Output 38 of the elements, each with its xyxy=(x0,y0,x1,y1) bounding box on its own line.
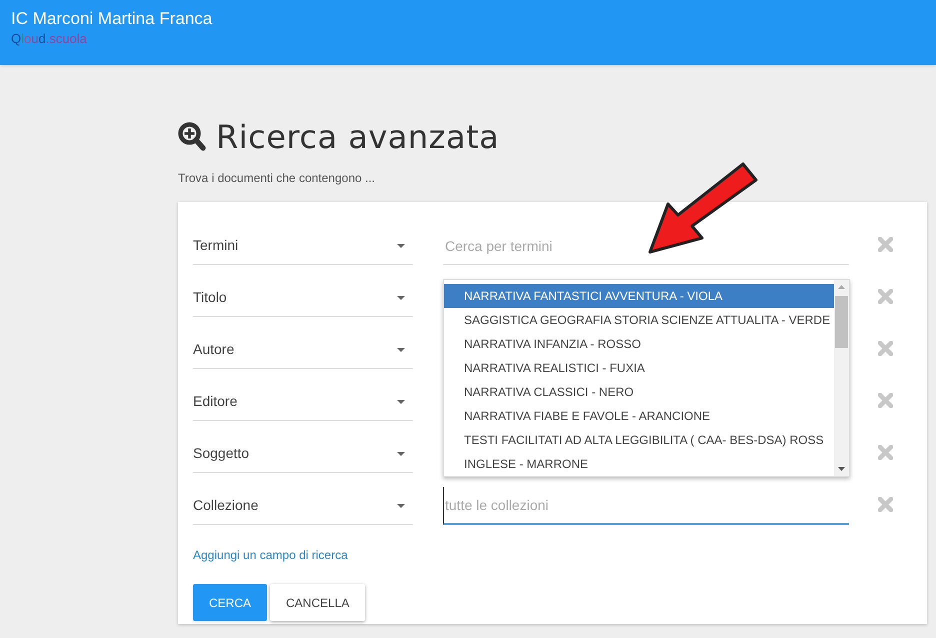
scroll-thumb[interactable] xyxy=(835,296,848,348)
dropdown-option[interactable]: TESTI FACILITATI AD ALTA LEGGIBILITA ( CAA- BES-DSA) ROSS xyxy=(444,428,834,452)
scroll-down-icon[interactable] xyxy=(838,467,845,471)
caret-icon xyxy=(397,296,405,300)
remove-icon[interactable] xyxy=(878,341,893,356)
dropdown-option[interactable]: INGLESE - MARRONE xyxy=(444,452,834,476)
dropdown-option[interactable]: NARRATIVA CLASSICI - NERO xyxy=(444,380,834,404)
dropdown-option[interactable]: SAGGISTICA GEOGRAFIA STORIA SCIENZE ATTUALITA - VERDE xyxy=(444,308,834,332)
caret-icon xyxy=(397,244,405,248)
brand-logo: Qloud.scuola xyxy=(11,30,87,48)
field-select[interactable]: Titolo xyxy=(193,279,413,317)
page-title: Ricerca avanzata xyxy=(216,117,500,157)
school-name: IC Marconi Martina Franca xyxy=(11,8,212,30)
remove-icon[interactable] xyxy=(878,289,893,304)
remove-icon[interactable] xyxy=(878,237,893,252)
dropdown-option[interactable]: NARRATIVA FIABE E FAVOLE - ARANCIONE xyxy=(444,404,834,428)
caret-icon xyxy=(397,348,405,352)
zoom-in-icon xyxy=(178,122,206,152)
caret-icon xyxy=(397,504,405,508)
scroll-up-icon[interactable] xyxy=(838,285,845,289)
dropdown-option[interactable]: NARRATIVA FANTASTICI AVVENTURA - VIOLA xyxy=(444,284,834,308)
remove-icon[interactable] xyxy=(878,393,893,408)
remove-icon[interactable] xyxy=(878,445,893,460)
search-input[interactable]: tutte le collezioni xyxy=(443,487,849,525)
field-select[interactable]: Collezione xyxy=(193,487,413,525)
field-select[interactable]: Editore xyxy=(193,383,413,421)
field-select[interactable]: Autore xyxy=(193,331,413,369)
field-select[interactable]: Soggetto xyxy=(193,435,413,473)
dropdown-option[interactable]: NARRATIVA INFANZIA - ROSSO xyxy=(444,332,834,356)
add-field-link[interactable]: Aggiungi un campo di ricerca xyxy=(193,546,348,564)
cancel-button[interactable]: CANCELLA xyxy=(270,584,366,621)
field-select[interactable]: Termini xyxy=(193,227,413,265)
page-subtitle: Trova i documenti che contengono ... xyxy=(178,170,376,187)
caret-icon xyxy=(397,400,405,404)
dropdown-option[interactable]: NARRATIVA REALISTICI - FUXIA xyxy=(444,356,834,380)
scrollbar[interactable] xyxy=(834,280,849,476)
remove-icon[interactable] xyxy=(878,497,893,512)
caret-icon xyxy=(397,452,405,456)
